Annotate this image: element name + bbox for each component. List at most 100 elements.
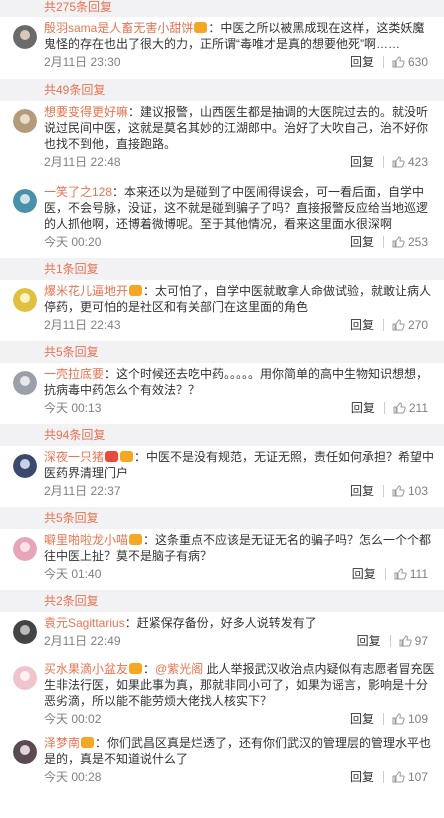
avatar[interactable] (13, 666, 37, 690)
avatar[interactable] (13, 189, 37, 213)
thumbs-up-icon (392, 771, 405, 783)
comment-item: 深夜一只猪 ：中医不是没有规范，无证无照，责任如何承担？希望中医药界清理门户 2月… (0, 446, 444, 507)
replies-count-link[interactable]: 共5条回复 (0, 341, 444, 363)
username[interactable]: 噼里啪啦龙小喵 (44, 533, 128, 547)
divider (382, 713, 384, 725)
comment-time: 今天 01:40 (44, 567, 102, 581)
replies-count-link[interactable]: 共1条回复 (0, 258, 444, 280)
mention-link[interactable]: @紫光阁 (155, 662, 203, 676)
vip-badge-icon (81, 737, 95, 748)
username[interactable]: 一笑了之128 (44, 185, 112, 199)
like-button[interactable]: 107 (392, 768, 428, 786)
like-count: 270 (407, 318, 428, 332)
replies-count-link[interactable]: 共275条回复 (0, 0, 444, 17)
comment-time: 2月11日 22:49 (44, 634, 121, 648)
like-count: 107 (407, 770, 428, 784)
reply-button[interactable]: 回复 (350, 710, 374, 728)
username[interactable]: 一壳拉底要 (44, 367, 104, 381)
reply-button[interactable]: 回复 (350, 53, 374, 71)
divider (382, 771, 384, 783)
replies-count-link[interactable]: 共5条回复 (0, 507, 444, 529)
replies-count-link[interactable]: 共94条回复 (0, 424, 444, 446)
divider (382, 56, 384, 68)
username[interactable]: 殷羽sama是人畜无害小甜饼 (44, 21, 193, 35)
comment-item: 噼里啪啦龙小喵 ：这条重点不应该是无证无名的骗子吗？怎么一个个都往中医上扯？莫不是… (0, 529, 444, 590)
like-count: 211 (408, 401, 428, 415)
reply-button[interactable]: 回复 (350, 153, 374, 171)
comment-item: 爆米花儿逼地开 ：太可怕了，自学中医就敢拿人命做试验，就敢让病人停药，更可怕的是社… (0, 280, 444, 341)
avatar[interactable] (13, 740, 37, 764)
avatar[interactable] (13, 454, 37, 478)
divider (382, 236, 384, 248)
comment-time: 2月11日 23:30 (44, 55, 121, 69)
avatar[interactable] (13, 371, 37, 395)
vip-badge-icon (129, 663, 143, 674)
comment-item: 一壳拉底要：这个时候还去吃中药。。。。。用你简单的高中生物知识想想，抗病毒中药怎… (0, 363, 444, 424)
comment-time: 今天 00:20 (44, 235, 102, 249)
thumbs-up-icon (393, 402, 406, 414)
like-button[interactable]: 103 (392, 482, 428, 500)
username[interactable]: 泽梦南 (44, 736, 80, 750)
reply-button[interactable]: 回复 (352, 565, 376, 583)
like-button[interactable]: 211 (393, 399, 428, 417)
vip-badge-icon (129, 285, 143, 296)
divider (389, 635, 391, 647)
comment-time: 2月11日 22:43 (44, 318, 121, 332)
replies-count-link[interactable]: 共2条回复 (0, 590, 444, 612)
like-button[interactable]: 253 (392, 233, 428, 251)
reply-button[interactable]: 回复 (350, 482, 374, 500)
reply-button[interactable]: 回复 (350, 233, 374, 251)
like-button[interactable]: 97 (399, 632, 428, 650)
comment-time: 2月11日 22:37 (44, 484, 121, 498)
like-count: 423 (407, 155, 428, 169)
username[interactable]: 深夜一只猪 (44, 450, 104, 464)
vip-badge-icon (129, 534, 143, 545)
like-count: 630 (407, 55, 428, 69)
comment-item: 想要变得更好嘛：建议报警，山西医生都是抽调的大医院过去的。就没听说过民间中医，这… (0, 101, 444, 181)
comment-time: 2月11日 22:48 (44, 155, 121, 169)
comment-item: 袁元Sagittarius：赶紧保存备份，好多人说转发有了 2月11日 22:4… (0, 612, 444, 658)
comment-text: ：赶紧保存备份，好多人说转发有了 (124, 616, 317, 630)
username[interactable]: 袁元Sagittarius (44, 616, 125, 630)
username[interactable]: 想要变得更好嘛 (44, 105, 128, 119)
thumbs-up-icon (394, 568, 407, 580)
reply-button[interactable]: 回复 (350, 316, 374, 334)
comment-time: 今天 00:28 (44, 770, 102, 784)
divider (382, 485, 384, 497)
like-button[interactable]: 111 (394, 565, 428, 583)
reply-button[interactable]: 回复 (357, 632, 381, 650)
thumbs-up-icon (392, 713, 405, 725)
thumbs-up-icon (392, 485, 405, 497)
thumbs-up-icon (392, 236, 405, 248)
reply-button[interactable]: 回复 (350, 768, 374, 786)
divider (382, 156, 384, 168)
thumbs-up-icon (392, 56, 405, 68)
like-button[interactable]: 423 (392, 153, 428, 171)
like-button[interactable]: 109 (392, 710, 428, 728)
divider (382, 319, 384, 331)
avatar[interactable] (13, 109, 37, 133)
avatar[interactable] (13, 620, 37, 644)
comment-list: 共275条回复 殷羽sama是人畜无害小甜饼 ：中医之所以被黑成现在这样，这类妖魔… (0, 0, 444, 794)
avatar[interactable] (13, 537, 37, 561)
like-button[interactable]: 270 (392, 316, 428, 334)
username[interactable]: 爆米花儿逼地开 (44, 284, 128, 298)
vip-badge-icon (105, 451, 119, 462)
comment-text: ：你们武昌区真是烂透了，还有你们武汉的管理层的管理水平也是的，真是不知道说什么了 (44, 736, 432, 766)
divider (383, 402, 385, 414)
comment-item: 一笑了之128：本来还以为是碰到了中医闹得误会，可一看后面，自学中医，不会号脉，… (0, 181, 444, 258)
like-count: 103 (407, 484, 428, 498)
like-count: 253 (407, 235, 428, 249)
comment-item: 泽梦南 ：你们武昌区真是烂透了，还有你们武汉的管理层的管理水平也是的，真是不知道说… (0, 732, 444, 794)
username[interactable]: 买水果滴小盆友 (44, 662, 128, 676)
like-count: 97 (414, 634, 428, 648)
replies-count-link[interactable]: 共49条回复 (0, 79, 444, 101)
thumbs-up-icon (399, 635, 412, 647)
thumbs-up-icon (392, 156, 405, 168)
like-button[interactable]: 630 (392, 53, 428, 71)
comment-time: 今天 00:02 (44, 712, 102, 726)
comment-item: 买水果滴小盆友 ：@紫光阁 此人举报武汉收治点内疑似有志愿者冒充医生非法行医，如果… (0, 658, 444, 732)
avatar[interactable] (13, 25, 37, 49)
avatar[interactable] (13, 288, 37, 312)
reply-button[interactable]: 回复 (351, 399, 375, 417)
